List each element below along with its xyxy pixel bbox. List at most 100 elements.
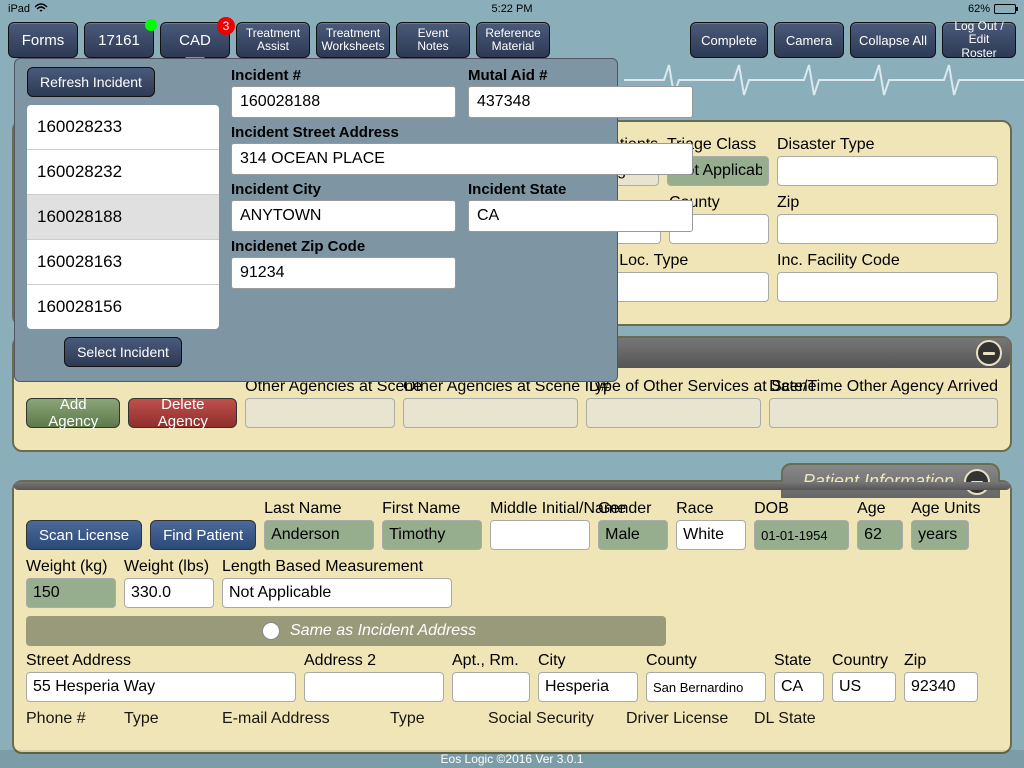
mutual-field[interactable]: [468, 86, 693, 118]
battery-pct: 62%: [968, 3, 990, 15]
length-field[interactable]: [222, 578, 452, 608]
incident-list-item[interactable]: 160028156: [27, 285, 219, 329]
p-city-field[interactable]: [538, 672, 638, 702]
incident-list-item[interactable]: 160028233: [27, 105, 219, 150]
gender-field[interactable]: [598, 520, 668, 550]
patient-section-tab: Patient Information: [781, 463, 1000, 498]
same-addr-label: Same as Incident Address: [290, 622, 476, 640]
scan-license-button[interactable]: Scan License: [26, 520, 142, 550]
reference-material-button[interactable]: Reference Material: [476, 22, 550, 58]
race-label: Race: [676, 500, 746, 518]
same-as-incident-toggle[interactable]: Same as Incident Address: [26, 616, 666, 646]
footer-text: Eos Logic ©2016 Ver 3.0.1: [0, 750, 1024, 768]
select-incident-button[interactable]: Select Incident: [64, 337, 182, 367]
event-notes-button[interactable]: Event Notes: [396, 22, 470, 58]
treatment-assist-button[interactable]: Treatment Assist: [236, 22, 310, 58]
street-field[interactable]: [26, 672, 296, 702]
p-city-label: City: [538, 652, 638, 670]
incident-list-item[interactable]: 160028232: [27, 150, 219, 195]
inc-zip-field[interactable]: [231, 257, 456, 289]
radio-icon: [262, 622, 280, 640]
find-patient-button[interactable]: Find Patient: [150, 520, 256, 550]
email-type-label: Type: [390, 710, 480, 728]
zip-field[interactable]: [777, 214, 998, 244]
weight-lbs-field[interactable]: [124, 578, 214, 608]
street-label: Street Address: [26, 652, 296, 670]
addr2-field[interactable]: [304, 672, 444, 702]
inc-state-field[interactable]: [468, 200, 693, 232]
clock: 5:22 PM: [492, 3, 533, 15]
length-label: Length Based Measurement: [222, 558, 452, 576]
first-name-label: First Name: [382, 500, 482, 518]
incident-list-item[interactable]: 160028188: [27, 195, 219, 240]
last-name-label: Last Name: [264, 500, 374, 518]
dob-label: DOB: [754, 500, 849, 518]
weight-kg-label: Weight (kg): [26, 558, 116, 576]
middle-name-field[interactable]: [490, 520, 590, 550]
complete-button[interactable]: Complete: [690, 22, 768, 58]
other-services-type-field[interactable]: [586, 398, 761, 428]
treatment-worksheets-button[interactable]: Treatment Worksheets: [316, 22, 390, 58]
cad-label: CAD: [179, 32, 211, 49]
other-agencies-id-field[interactable]: [403, 398, 578, 428]
agency-arrived-dt-field[interactable]: [769, 398, 998, 428]
inc-no-label: Incident #: [231, 67, 456, 84]
inc-city-label: Incident City: [231, 181, 456, 198]
collapse-all-button[interactable]: Collapse All: [850, 22, 936, 58]
wifi-icon: [34, 3, 48, 16]
battery-icon: [994, 4, 1016, 14]
inc-city-field[interactable]: [231, 200, 456, 232]
disaster-label: Disaster Type: [777, 136, 998, 154]
gender-label: Gender: [598, 500, 668, 518]
incident-list: 160028233 160028232 160028188 160028163 …: [27, 105, 219, 329]
race-field[interactable]: [676, 520, 746, 550]
mutual-label: Mutal Aid #: [468, 67, 693, 84]
agency-arrived-dt-label: Date/Time Other Agency Arrived: [769, 378, 998, 396]
phone-type-label: Type: [124, 710, 214, 728]
fac-code-field[interactable]: [777, 272, 998, 302]
collapse-icon[interactable]: [976, 340, 1002, 366]
inc-no-field[interactable]: [231, 86, 456, 118]
device-label: iPad: [8, 3, 30, 15]
forms-button[interactable]: Forms: [8, 22, 78, 58]
dl-state-label: DL State: [754, 710, 834, 728]
incident-id-text: 17161: [98, 32, 140, 49]
last-name-field[interactable]: [264, 520, 374, 550]
dob-field[interactable]: [754, 520, 849, 550]
add-agency-button[interactable]: Add Agency: [26, 398, 120, 428]
inc-zip-label: Incidenet Zip Code: [231, 238, 456, 255]
other-agencies-field[interactable]: [245, 398, 395, 428]
age-field[interactable]: [857, 520, 903, 550]
p-apt-label: Apt., Rm.: [452, 652, 530, 670]
ssn-label: Social Security: [488, 710, 618, 728]
patient-info-section: Patient Information Scan License Find Pa…: [12, 480, 1012, 754]
p-county-field[interactable]: [646, 672, 766, 702]
incident-id-button[interactable]: 17161: [84, 22, 154, 58]
weight-lbs-label: Weight (lbs): [124, 558, 214, 576]
p-apt-field[interactable]: [452, 672, 530, 702]
p-state-field[interactable]: [774, 672, 824, 702]
status-dot-icon: [145, 19, 157, 31]
cad-button[interactable]: CAD 3: [160, 22, 230, 58]
delete-agency-button[interactable]: Delete Agency: [128, 398, 237, 428]
fac-code-label: Inc. Facility Code: [777, 252, 998, 270]
incident-list-item[interactable]: 160028163: [27, 240, 219, 285]
p-state-label: State: [774, 652, 824, 670]
phone-label: Phone #: [26, 710, 116, 728]
age-units-field[interactable]: [911, 520, 969, 550]
p-zip-field[interactable]: [904, 672, 978, 702]
p-county-label: County: [646, 652, 766, 670]
camera-button[interactable]: Camera: [774, 22, 844, 58]
ipad-status-bar: iPad 5:22 PM 62%: [0, 0, 1024, 18]
age-label: Age: [857, 500, 903, 518]
p-country-field[interactable]: [832, 672, 896, 702]
disaster-field[interactable]: [777, 156, 998, 186]
first-name-field[interactable]: [382, 520, 482, 550]
refresh-incident-button[interactable]: Refresh Incident: [27, 67, 155, 97]
middle-name-label: Middle Initial/Name: [490, 500, 590, 518]
logout-button[interactable]: Log Out / Edit Roster: [942, 22, 1016, 58]
inc-street-field[interactable]: [231, 143, 693, 175]
weight-kg-field[interactable]: [26, 578, 116, 608]
age-units-label: Age Units: [911, 500, 969, 518]
cad-dropdown-panel: Refresh Incident 160028233 160028232 160…: [14, 58, 618, 382]
